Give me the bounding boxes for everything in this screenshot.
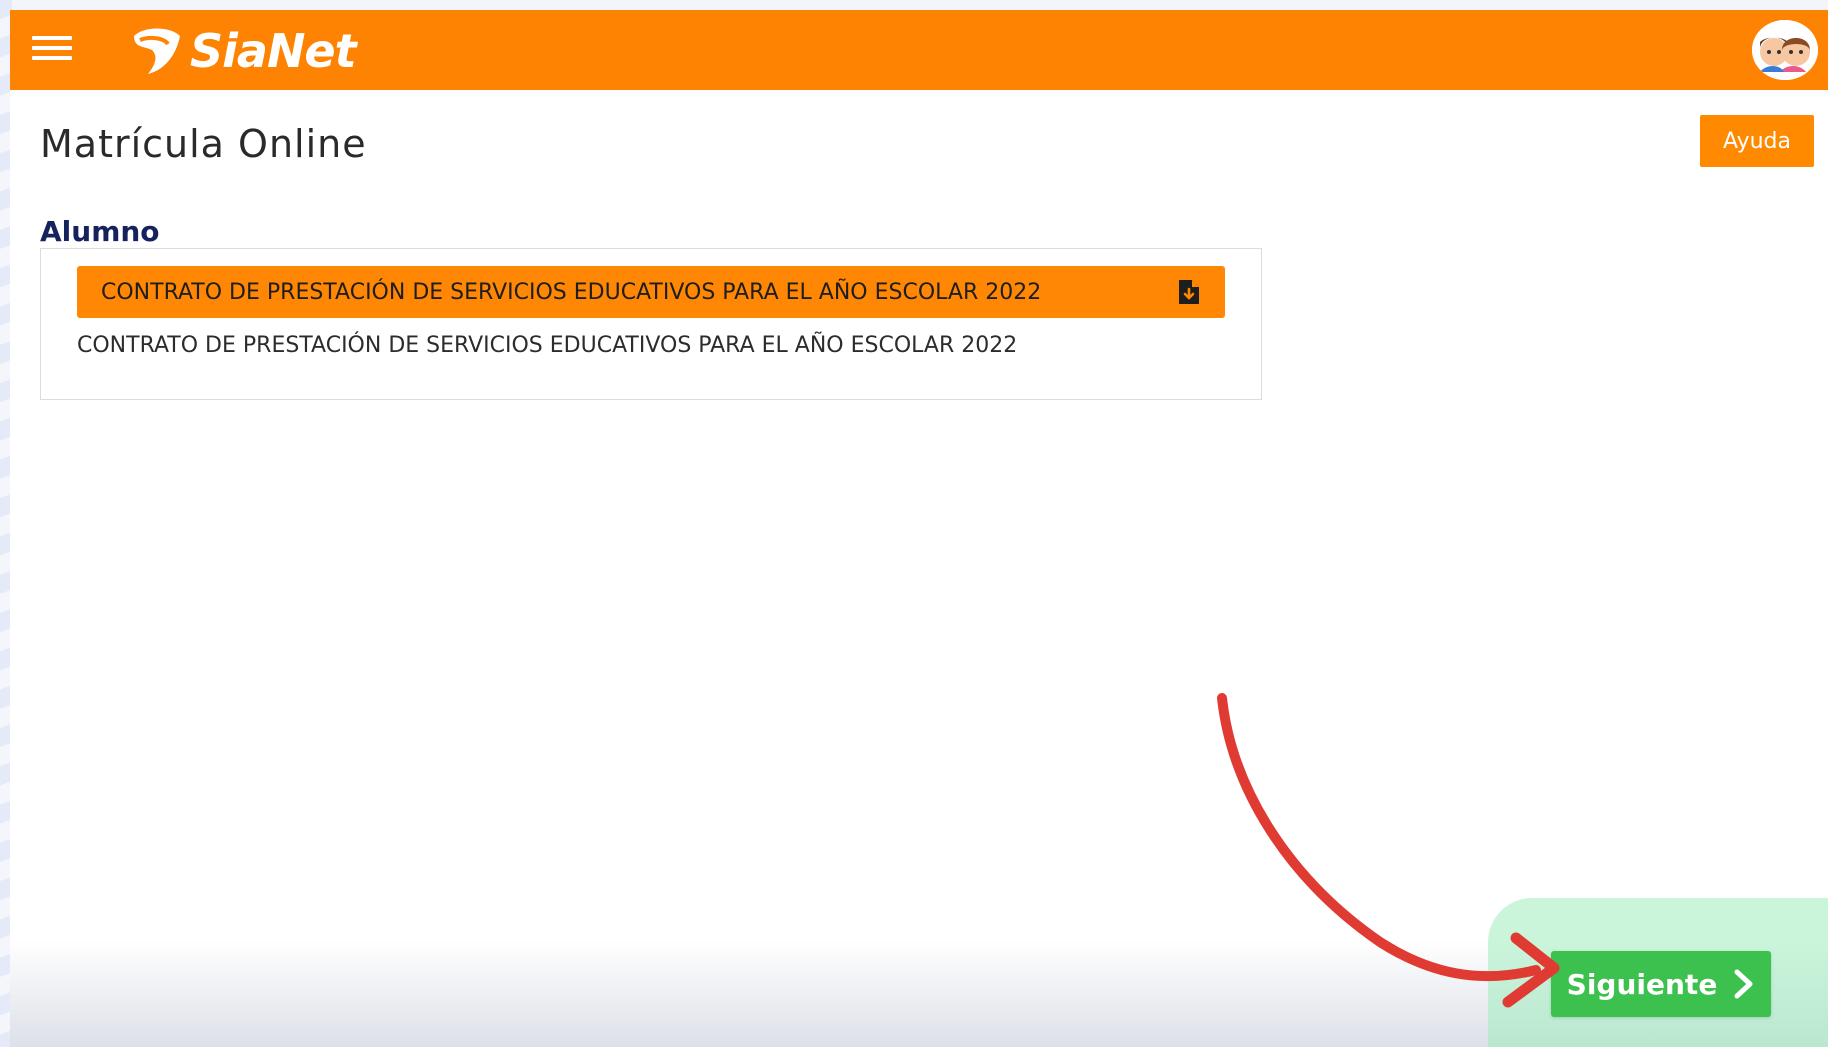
document-panel: CONTRATO DE PRESTACIÓN DE SERVICIOS EDUC… xyxy=(40,248,1262,400)
top-navbar: SiaNet xyxy=(10,10,1828,90)
file-download-icon xyxy=(1179,280,1199,304)
section-label-student: Alumno xyxy=(40,215,160,248)
next-button-label: Siguiente xyxy=(1566,967,1718,1001)
download-contract-button[interactable]: CONTRATO DE PRESTACIÓN DE SERVICIOS EDUC… xyxy=(77,266,1225,318)
app-name: SiaNet xyxy=(190,24,357,78)
sianet-logo-icon xyxy=(134,28,180,74)
app-logo[interactable]: SiaNet xyxy=(130,24,357,78)
contract-description: CONTRATO DE PRESTACIÓN DE SERVICIOS EDUC… xyxy=(77,333,1018,358)
menu-icon[interactable] xyxy=(32,36,72,64)
app-frame: SiaNet Matrícula Online Ayuda Alumno CON… xyxy=(10,10,1828,1047)
download-contract-label: CONTRATO DE PRESTACIÓN DE SERVICIOS EDUC… xyxy=(101,279,1042,305)
chevron-right-icon xyxy=(1734,969,1753,999)
user-avatar-icon[interactable] xyxy=(1752,20,1818,80)
help-button[interactable]: Ayuda xyxy=(1700,115,1814,167)
page-title: Matrícula Online xyxy=(40,122,367,166)
next-button[interactable]: Siguiente xyxy=(1551,951,1771,1017)
